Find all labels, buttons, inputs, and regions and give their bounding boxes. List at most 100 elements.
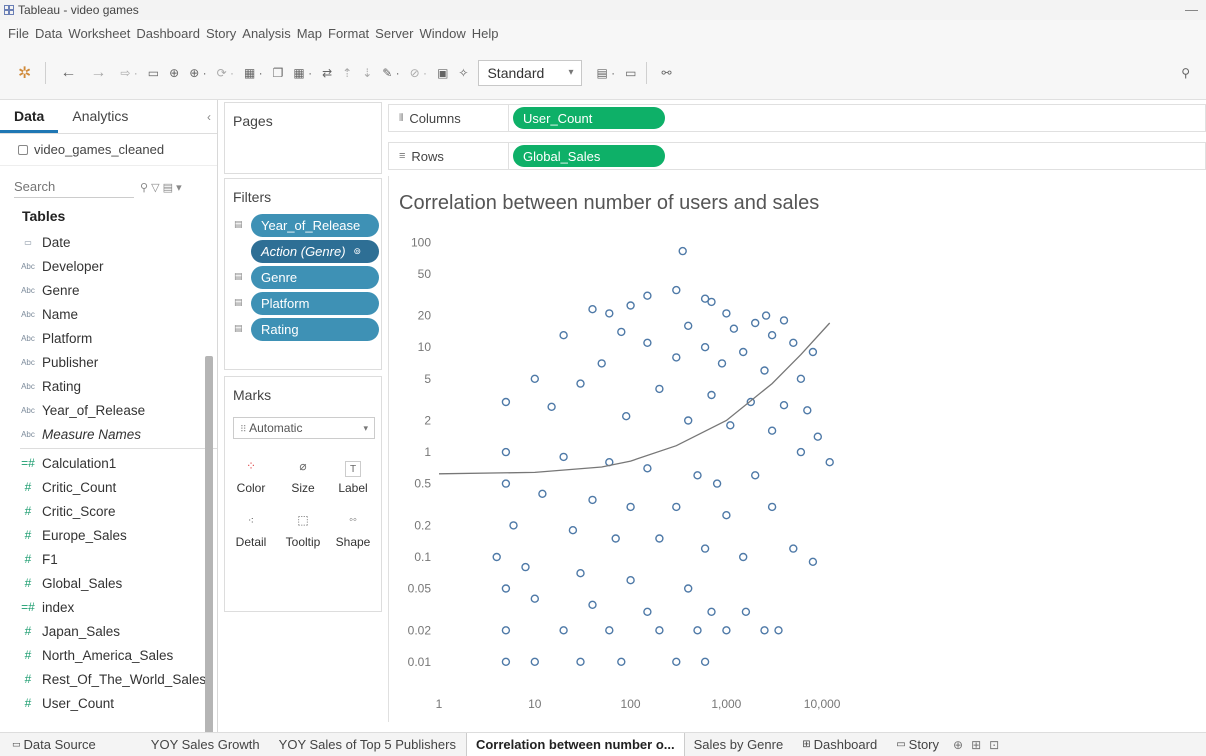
field-item[interactable]: # Critic_Score — [20, 499, 217, 523]
menu-dashboard[interactable]: Dashboard — [136, 26, 200, 41]
marks-tooltip-button[interactable]: ⬚ Tooltip — [283, 503, 323, 549]
new-worksheet-icon[interactable]: ▦ · — [244, 66, 263, 80]
data-point — [693, 471, 702, 480]
field-item[interactable]: # Global_Sales — [20, 571, 217, 595]
filter-pill-genre[interactable]: Genre — [251, 266, 379, 289]
tab-dashboard[interactable]: ⊞ Dashboard — [793, 733, 887, 756]
swap-icon[interactable]: ⇄ — [322, 66, 332, 80]
menu-file[interactable]: File — [8, 26, 29, 41]
redo-icon[interactable]: → — [90, 64, 106, 82]
show-cards-icon[interactable]: ▤ · — [596, 66, 615, 80]
new-datasource-icon[interactable]: ⊕ — [169, 66, 179, 80]
pages-card[interactable]: Pages — [224, 102, 382, 174]
menu-server[interactable]: Server — [375, 26, 413, 41]
field-item[interactable]: ▭ Date — [20, 230, 217, 254]
clear-sheet-icon[interactable]: ▦ · — [293, 66, 312, 80]
toolbar: ✲ ← → ⇨ · ▭ ⊕ ⊕ · ⟳ · ▦ · ❐ ▦ · ⇄ ⇡ ⇣ ✎ … — [0, 46, 1206, 100]
field-item[interactable]: Abc Year_of_Release — [20, 398, 217, 422]
menu-data[interactable]: Data — [35, 26, 62, 41]
field-item[interactable]: Abc Measure Names — [20, 422, 217, 446]
field-name: Measure Names — [42, 426, 142, 442]
field-item[interactable]: =# index — [20, 595, 217, 619]
save-icon[interactable]: ▭ — [148, 66, 159, 80]
duplicate-icon[interactable]: ❐ — [273, 66, 284, 80]
search-filter-icons[interactable]: ⚲ ▽ ▤ ▾ — [140, 181, 182, 194]
label-icon: T — [345, 461, 361, 477]
tab-yoy-sales-growth[interactable]: YOY Sales Growth — [142, 733, 270, 756]
field-item[interactable]: # North_America_Sales — [20, 643, 217, 667]
field-item[interactable]: Abc Publisher — [20, 350, 217, 374]
field-item[interactable]: # User_Count — [20, 691, 217, 715]
filter-pill-action-genre[interactable]: Action (Genre) ⊚ — [251, 240, 379, 263]
refresh-icon[interactable]: ⟳ · — [217, 66, 234, 80]
filter-pill-year-of-release[interactable]: Year_of_Release — [251, 214, 379, 237]
columns-shelf[interactable]: ⦀ Columns User_Count — [388, 104, 1206, 132]
tab-data-source[interactable]: ▭ Data Source — [0, 733, 106, 756]
menu-help[interactable]: Help — [472, 26, 499, 41]
tab-analytics[interactable]: Analytics — [58, 108, 142, 133]
field-item[interactable]: # Japan_Sales — [20, 619, 217, 643]
sort-desc-icon[interactable]: ⇣ — [362, 66, 372, 80]
scrollbar-thumb[interactable] — [205, 356, 213, 732]
menu-story[interactable]: Story — [206, 26, 236, 41]
replay-icon[interactable]: ⇨ · — [120, 66, 137, 80]
tableau-home-icon[interactable]: ✲ — [18, 63, 31, 83]
field-name: Rating — [42, 378, 82, 394]
rows-pill-global-sales[interactable]: Global_Sales — [513, 145, 665, 167]
new-worksheet-tab-icon[interactable]: ⊕ — [949, 738, 967, 752]
field-item[interactable]: # Europe_Sales — [20, 523, 217, 547]
field-item[interactable]: Abc Name — [20, 302, 217, 326]
marks-size-button[interactable]: ⌀ Size — [283, 449, 323, 495]
new-dashboard-tab-icon[interactable]: ⊞ — [967, 738, 985, 752]
field-item[interactable]: # F1 — [20, 547, 217, 571]
size-icon: ⌀ — [299, 459, 307, 473]
field-item[interactable]: Abc Platform — [20, 326, 217, 350]
marks-color-button[interactable]: ⁘ Color — [231, 449, 271, 495]
presentation-icon[interactable]: ▭ — [625, 66, 636, 80]
menu-map[interactable]: Map — [297, 26, 322, 41]
mark-type-dropdown[interactable]: ⠿ Automatic ▾ — [233, 417, 375, 439]
pause-updates-icon[interactable]: ⊕ · — [189, 66, 206, 80]
highlight-icon[interactable]: ✎ · — [382, 66, 399, 80]
undo-icon[interactable]: ← — [60, 64, 76, 82]
field-item[interactable]: Abc Developer — [20, 254, 217, 278]
sort-asc-icon[interactable]: ⇡ — [342, 66, 352, 80]
group-icon[interactable]: ⊘ · — [410, 66, 427, 80]
labels-icon[interactable]: ▣ — [437, 66, 448, 80]
pin-axes-icon[interactable]: ✧ — [458, 66, 468, 80]
field-name: Platform — [42, 330, 93, 346]
show-me-icon[interactable]: ⚲ — [1181, 66, 1190, 80]
marks-shape-button[interactable]: ◦◦ Shape — [333, 503, 373, 549]
marks-detail-button[interactable]: ⁖ Detail — [231, 503, 271, 550]
data-point — [530, 594, 540, 603]
share-icon[interactable]: ⚯ — [661, 66, 671, 80]
field-item[interactable]: # Critic_Count — [20, 475, 217, 499]
data-point — [588, 304, 597, 314]
collapse-panel-icon[interactable]: ‹ — [207, 110, 211, 124]
tab-yoy-sales-top5-publishers[interactable]: YOY Sales of Top 5 Publishers — [270, 733, 466, 756]
new-story-tab-icon[interactable]: ⊡ — [985, 738, 1003, 752]
menu-format[interactable]: Format — [328, 26, 369, 41]
tab-story[interactable]: ▭ Story — [887, 733, 949, 756]
tab-data[interactable]: Data — [0, 108, 59, 133]
fit-dropdown[interactable]: Standard ▾ — [478, 59, 583, 86]
tab-sales-by-genre[interactable]: Sales by Genre — [685, 733, 794, 756]
datasource-item[interactable]: video_games_cleaned — [0, 134, 217, 166]
worksheet-view[interactable]: Correlation between number of users and … — [388, 176, 1206, 722]
scatter-plot[interactable]: 100 50 20 10 5 2 1 0.5 0.2 0.1 0.05 0.02 0.01 1 10 100 1… — [389, 176, 1206, 722]
menu-window[interactable]: Window — [419, 26, 465, 41]
filter-pill-platform[interactable]: Platform — [251, 292, 379, 315]
rows-shelf[interactable]: ≡ Rows Global_Sales — [388, 142, 1206, 170]
columns-pill-user-count[interactable]: User_Count — [513, 107, 665, 129]
filter-pill-rating[interactable]: Rating — [251, 318, 379, 341]
field-item[interactable]: # Rest_Of_The_World_Sales — [20, 667, 217, 691]
menu-analysis[interactable]: Analysis — [242, 26, 290, 41]
field-item[interactable]: Abc Rating — [20, 374, 217, 398]
search-input[interactable] — [14, 176, 134, 198]
minimize-button[interactable]: — — [1185, 2, 1198, 17]
field-item[interactable]: Abc Genre — [20, 278, 217, 302]
menu-worksheet[interactable]: Worksheet — [68, 26, 130, 41]
field-item[interactable]: =# Calculation1 — [20, 451, 217, 475]
marks-label-button[interactable]: T Label — [333, 449, 373, 495]
tab-correlation[interactable]: Correlation between number o... — [465, 733, 685, 756]
